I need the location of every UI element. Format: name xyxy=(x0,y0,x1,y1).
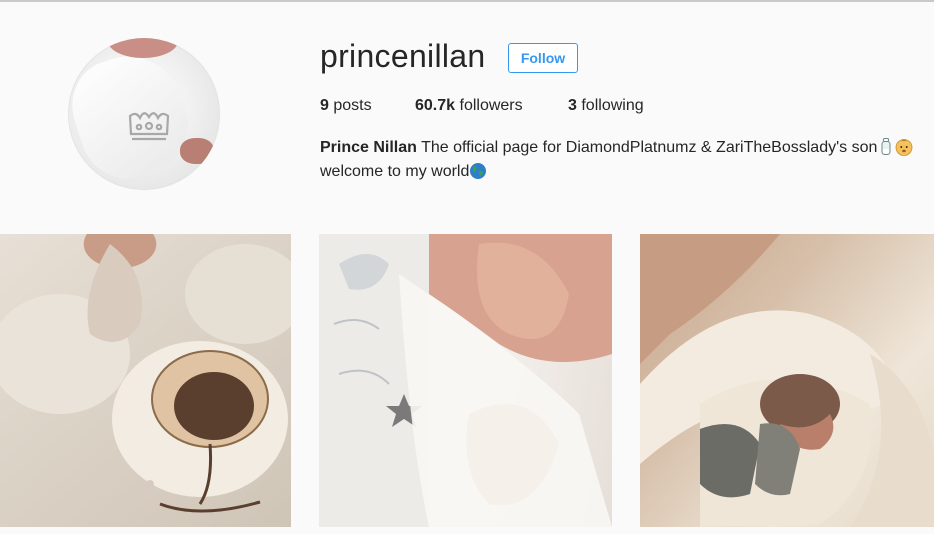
bio-line-1: The official page for DiamondPlatnumz & … xyxy=(421,139,878,156)
post-thumbnail-3[interactable] xyxy=(640,234,934,527)
following-label: following xyxy=(581,97,644,114)
posts-count: 9 xyxy=(320,97,329,114)
globe-icon xyxy=(470,163,487,179)
baby-bottle-icon xyxy=(881,138,891,155)
following-stat[interactable]: 3 following xyxy=(568,97,644,115)
baby-hand-blanket-photo xyxy=(319,234,612,527)
baby-face-icon xyxy=(895,139,913,156)
teddy-bear-onesie-photo xyxy=(0,244,291,513)
posts-count-stat: 9 posts xyxy=(320,97,372,115)
post-thumbnail-2[interactable] xyxy=(319,234,612,527)
followers-label: followers xyxy=(459,97,523,114)
profile-avatar[interactable] xyxy=(68,38,220,190)
followers-count: 60.7k xyxy=(415,97,456,114)
following-count: 3 xyxy=(568,97,577,114)
posts-label: posts xyxy=(333,97,372,114)
avatar-skin xyxy=(108,38,178,58)
profile-username: princenillan xyxy=(320,38,486,74)
bio-full-name: Prince Nillan xyxy=(320,139,417,156)
post-thumbnail-1[interactable] xyxy=(0,234,291,527)
followers-stat[interactable]: 60.7k followers xyxy=(415,97,523,115)
follow-button[interactable]: Follow xyxy=(508,43,578,73)
top-border xyxy=(0,0,934,2)
baby-wrapped-blanket-photo xyxy=(640,234,934,527)
profile-bio: Prince Nillan The official page for Diam… xyxy=(320,136,920,184)
bio-line-2: welcome to my world xyxy=(320,163,470,180)
crown-icon xyxy=(128,112,170,141)
avatar-hand xyxy=(180,138,214,164)
